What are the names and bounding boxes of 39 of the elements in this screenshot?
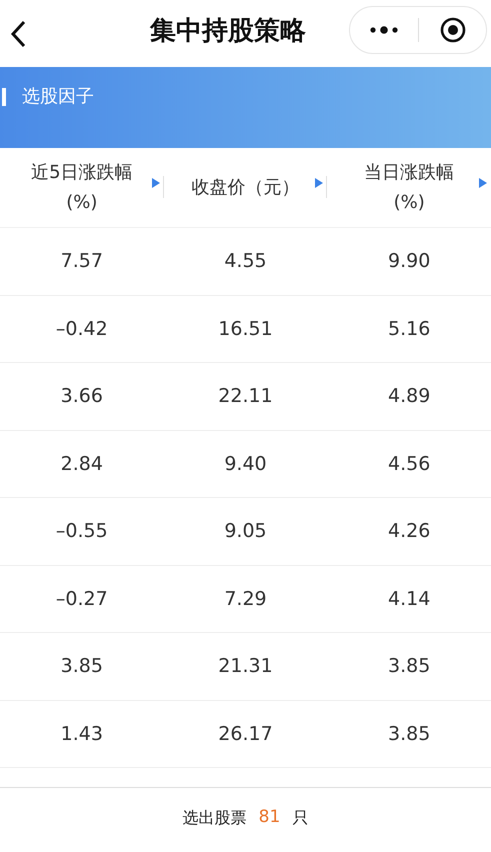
table-cell-text: 9.90: [387, 249, 432, 274]
table-cell-text: 4.89: [387, 384, 432, 409]
table-cell-text: 4.55: [223, 249, 268, 274]
footer-label: 选出股票: [182, 807, 247, 829]
column-header[interactable]: 近5日涨跌幅 (%): [31, 158, 133, 218]
table-cell-text: 2.84: [60, 452, 104, 476]
table-cell-text: 3.66: [60, 384, 104, 409]
table-cell-text: 5.16: [387, 316, 432, 342]
table-cell-text: 3.85: [387, 654, 432, 679]
table-cell-text: 9.05: [223, 519, 268, 544]
table-cell-text: 3.85: [387, 722, 432, 746]
banner-title: 选股因子: [22, 85, 94, 109]
table-cell-text: –0.42: [54, 316, 109, 342]
table-cell-text: 4.56: [387, 452, 432, 476]
page-title: 集中持股策略: [150, 15, 306, 48]
table-cell-text: 9.40: [223, 452, 268, 476]
sort-icon: [152, 178, 160, 188]
back-icon: [10, 20, 26, 48]
target-icon: [440, 17, 466, 43]
sort-icon: [315, 178, 324, 188]
footer-unit: 只: [292, 807, 308, 829]
table-cell-text: 7.29: [223, 586, 268, 612]
table-cell-text: 22.11: [217, 384, 274, 409]
table-cell-text: 4.14: [387, 586, 432, 612]
table-cell-text: –0.27: [54, 586, 109, 612]
table-cell-text: –0.55: [54, 519, 109, 544]
more-icon: [369, 26, 399, 34]
stock-count: 81: [258, 806, 280, 830]
table-cell-text: 4.26: [387, 519, 432, 544]
table-cell-text: 21.31: [217, 654, 274, 679]
table-cell-text: 3.85: [60, 654, 104, 679]
table-cell-text: 7.57: [60, 249, 104, 274]
column-header[interactable]: 当日涨跌幅 (%): [364, 158, 454, 218]
sort-icon: [479, 178, 487, 188]
banner-marker: [2, 88, 6, 106]
column-header[interactable]: 收盘价（元）: [191, 172, 300, 202]
table-cell-text: 1.43: [60, 722, 104, 746]
table-cell-text: 16.51: [217, 316, 274, 342]
table-cell-text: 26.17: [217, 722, 274, 746]
